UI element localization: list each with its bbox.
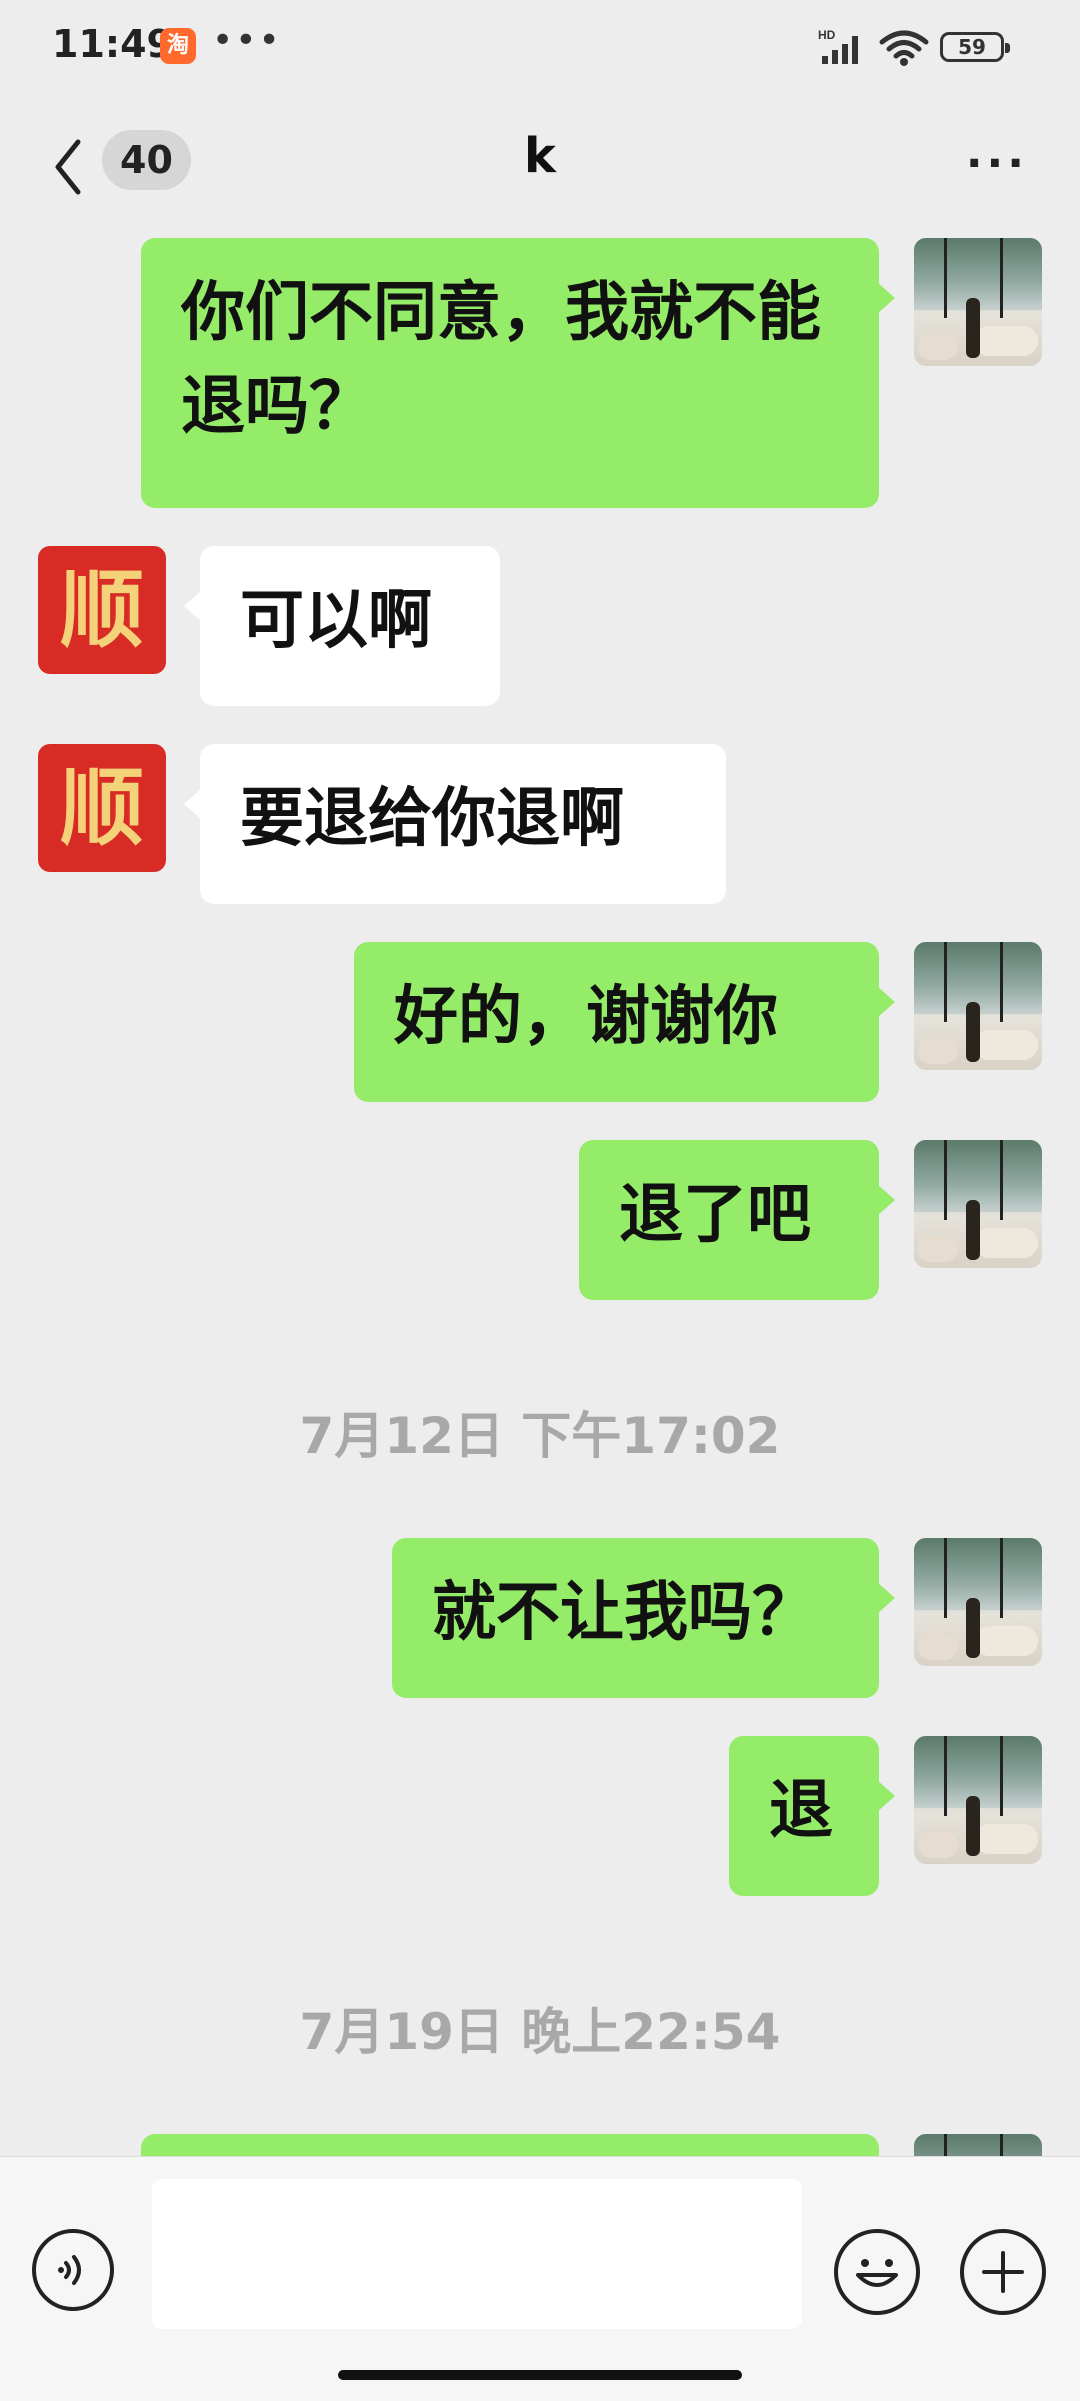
my-avatar[interactable] [914,942,1042,1070]
chat-title: k [524,128,556,184]
message-list[interactable]: 你们不同意，我就不能退吗？ 顺 可以啊 顺 要退给你退啊 好的，谢谢你 退了吧 [0,230,1080,2156]
more-notifications-icon: ••• [212,20,282,61]
message-bubble-outgoing[interactable] [141,2134,879,2156]
more-icon[interactable]: ··· [966,142,1028,186]
signal-icon: HD [818,28,858,64]
message-bubble-outgoing[interactable]: 你们不同意，我就不能退吗？ [141,238,895,508]
status-bar: 11:49 淘 ••• HD 59 [0,0,1080,100]
contact-avatar[interactable]: 顺 [38,546,166,674]
battery-icon: 59 [940,32,1010,62]
wifi-icon [879,30,929,66]
message-bubble-outgoing[interactable]: 退 [729,1736,895,1896]
message-bubble-incoming[interactable]: 可以啊 [184,546,500,706]
message-bubble-incoming[interactable]: 要退给你退啊 [184,744,726,904]
my-avatar[interactable] [914,1736,1042,1864]
my-avatar[interactable] [914,238,1042,366]
message-timestamp: 7月19日 晚上22:54 [299,2003,781,2061]
input-bar [0,2156,1080,2401]
my-avatar[interactable] [914,1140,1042,1268]
contact-avatar[interactable]: 顺 [38,744,166,872]
home-indicator[interactable] [338,2370,742,2380]
voice-icon[interactable] [32,2229,114,2311]
message-timestamp: 7月12日 下午17:02 [299,1407,781,1465]
message-bubble-outgoing[interactable]: 好的，谢谢你 [354,942,895,1102]
message-input[interactable] [152,2179,802,2329]
emoji-icon[interactable] [834,2229,920,2315]
plus-icon[interactable] [960,2229,1046,2315]
chat-header: 40 k ··· [0,100,1080,230]
taobao-notification-icon: 淘 [160,28,196,64]
message-bubble-outgoing[interactable]: 就不让我吗？ [392,1538,895,1698]
my-avatar[interactable] [914,1538,1042,1666]
my-avatar[interactable] [914,2134,1042,2156]
status-time: 11:49 [52,22,173,66]
message-bubble-outgoing[interactable]: 退了吧 [579,1140,895,1300]
network-type-label: HD [818,28,836,42]
